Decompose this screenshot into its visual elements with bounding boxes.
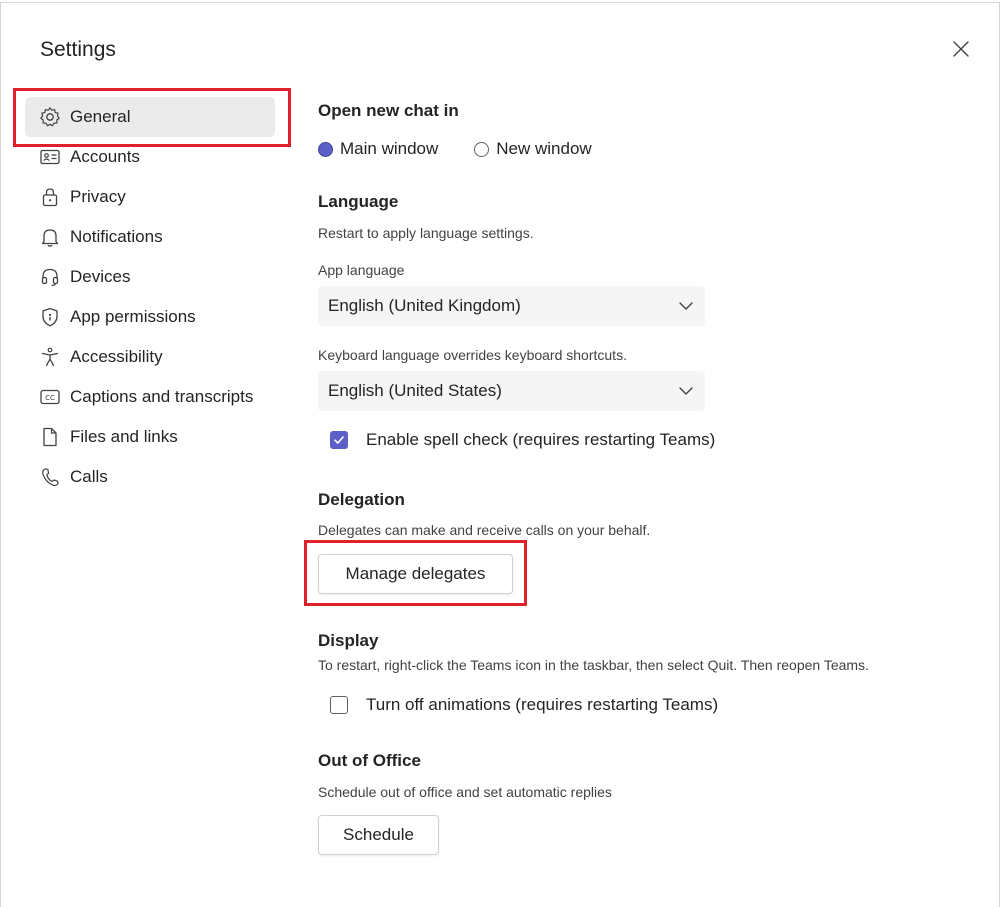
app-language-label: App language bbox=[318, 262, 405, 278]
close-icon bbox=[953, 41, 969, 57]
nav-item-label: App permissions bbox=[70, 307, 196, 326]
nav-item-captions[interactable]: CC Captions and transcripts bbox=[25, 377, 275, 417]
settings-nav: General Accounts Privacy Notifications D… bbox=[25, 97, 275, 497]
nav-item-privacy[interactable]: Privacy bbox=[25, 177, 275, 217]
contact-card-icon bbox=[38, 145, 62, 169]
display-description: To restart, right-click the Teams icon i… bbox=[318, 657, 869, 673]
nav-item-devices[interactable]: Devices bbox=[25, 257, 275, 297]
keyboard-language-value: English (United States) bbox=[328, 381, 502, 400]
checkmark-icon bbox=[334, 436, 344, 444]
nav-item-app-permissions[interactable]: App permissions bbox=[25, 297, 275, 337]
nav-item-files-and-links[interactable]: Files and links bbox=[25, 417, 275, 457]
lock-icon bbox=[38, 185, 62, 209]
phone-icon bbox=[38, 465, 62, 489]
turn-off-animations-label: Turn off animations (requires restarting… bbox=[366, 695, 719, 714]
nav-item-label: Captions and transcripts bbox=[70, 387, 254, 406]
close-button[interactable] bbox=[946, 34, 976, 64]
headset-icon bbox=[38, 265, 62, 289]
open-chat-radio-group: Main window New window bbox=[318, 139, 628, 159]
nav-item-label: Notifications bbox=[70, 227, 163, 246]
nav-item-notifications[interactable]: Notifications bbox=[25, 217, 275, 257]
chevron-down-icon bbox=[679, 387, 693, 395]
manage-delegates-button[interactable]: Manage delegates bbox=[318, 554, 513, 594]
language-description: Restart to apply language settings. bbox=[318, 225, 534, 241]
schedule-button[interactable]: Schedule bbox=[318, 815, 439, 855]
shield-icon bbox=[38, 305, 62, 329]
out-of-office-description: Schedule out of office and set automatic… bbox=[318, 784, 612, 800]
closed-captions-icon: CC bbox=[38, 385, 62, 409]
checkbox-checked-indicator bbox=[330, 431, 348, 449]
nav-item-label: Calls bbox=[70, 467, 108, 486]
radio-label: New window bbox=[496, 139, 592, 158]
app-language-value: English (United Kingdom) bbox=[328, 296, 521, 315]
open-chat-heading: Open new chat in bbox=[318, 101, 459, 120]
keyboard-language-label: Keyboard language overrides keyboard sho… bbox=[318, 347, 627, 363]
delegation-description: Delegates can make and receive calls on … bbox=[318, 522, 651, 538]
nav-item-calls[interactable]: Calls bbox=[25, 457, 275, 497]
checkbox-unchecked-indicator bbox=[330, 696, 348, 714]
bell-icon bbox=[38, 225, 62, 249]
highlight-box-general bbox=[13, 88, 291, 147]
chevron-down-icon bbox=[679, 302, 693, 310]
radio-unselected-indicator bbox=[474, 141, 490, 157]
svg-text:CC: CC bbox=[45, 394, 55, 402]
nav-item-accessibility[interactable]: Accessibility bbox=[25, 337, 275, 377]
nav-item-label: Devices bbox=[70, 267, 131, 286]
delegation-heading: Delegation bbox=[318, 490, 405, 509]
display-heading: Display bbox=[318, 631, 379, 650]
app-language-dropdown[interactable]: English (United Kingdom) bbox=[318, 286, 705, 326]
dialog-title: Settings bbox=[40, 38, 116, 61]
nav-item-label: Accessibility bbox=[70, 347, 163, 366]
language-heading: Language bbox=[318, 192, 399, 211]
radio-main-window[interactable]: Main window bbox=[318, 139, 438, 159]
nav-item-label: Privacy bbox=[70, 187, 126, 206]
spell-check-label: Enable spell check (requires restarting … bbox=[366, 430, 716, 449]
nav-item-label: Accounts bbox=[70, 147, 140, 166]
radio-label: Main window bbox=[340, 139, 439, 158]
spell-check-checkbox[interactable]: Enable spell check (requires restarting … bbox=[330, 430, 715, 450]
keyboard-language-dropdown[interactable]: English (United States) bbox=[318, 371, 705, 411]
nav-item-label: Files and links bbox=[70, 427, 178, 446]
out-of-office-heading: Out of Office bbox=[318, 751, 421, 770]
turn-off-animations-checkbox[interactable]: Turn off animations (requires restarting… bbox=[330, 695, 718, 715]
document-icon bbox=[38, 425, 62, 449]
radio-selected-indicator bbox=[318, 141, 333, 157]
accessibility-icon bbox=[38, 345, 62, 369]
radio-new-window[interactable]: New window bbox=[474, 139, 592, 159]
